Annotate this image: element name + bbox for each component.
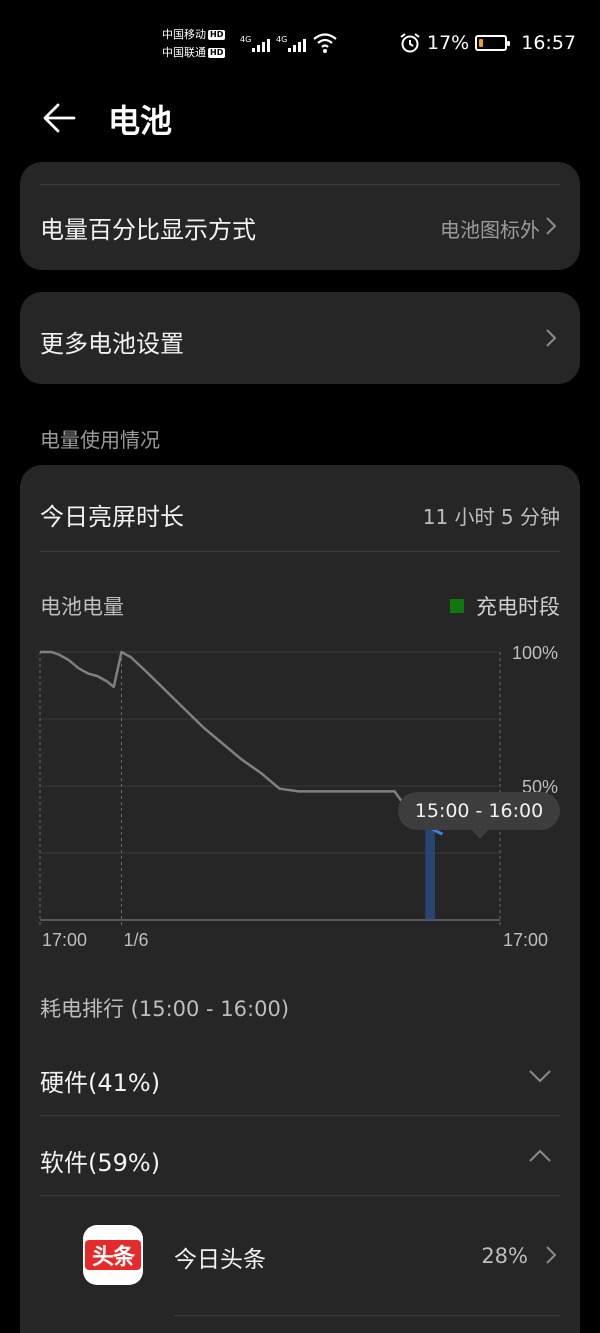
divider [40, 1195, 560, 1196]
signal-icon: 4G [240, 35, 270, 52]
ranking-title: 耗电排行 (15:00 - 16:00) [40, 997, 290, 1021]
header: 电池 [0, 90, 600, 150]
chevron-right-icon [546, 217, 557, 235]
status-bar: 中国移动 HD 中国联通 HD 4G 4G 17% 16:57 [0, 0, 600, 90]
more-battery-settings-label: 更多电池设置 [40, 330, 184, 358]
wifi-icon [313, 33, 337, 53]
chart-y-tick-label: 100% [512, 643, 558, 663]
back-arrow-icon[interactable] [40, 98, 80, 138]
more-battery-settings-card[interactable]: 更多电池设置 [20, 292, 580, 384]
chevron-right-icon [546, 329, 557, 347]
divider [40, 184, 560, 185]
software-row[interactable]: 软件(59%) [20, 1125, 580, 1195]
chart-legend: 充电时段 [450, 591, 560, 621]
net-type-label: 4G [276, 35, 287, 44]
hardware-label: 硬件(41%) [40, 1069, 161, 1097]
battery-level-line [40, 650, 415, 814]
signal-icon: 4G [276, 35, 306, 52]
app-percent: 28% [481, 1244, 528, 1268]
divider [40, 551, 560, 552]
alarm-icon [400, 33, 420, 53]
percent-display-card[interactable]: 电量百分比显示方式 电池图标外 [20, 162, 580, 270]
divider [174, 1315, 560, 1316]
carrier-1: 中国移动 [162, 28, 206, 41]
net-type-label: 4G [240, 35, 251, 44]
hd-badge: HD [208, 30, 226, 40]
chart-tooltip: 15:00 - 16:00 [398, 792, 560, 839]
hardware-row[interactable]: 硬件(41%) [20, 1045, 580, 1115]
chevron-right-icon [546, 1246, 557, 1264]
battery-icon [475, 35, 511, 51]
divider [40, 1115, 560, 1116]
app-row[interactable]: 头条 今日头条 28% [20, 1215, 580, 1305]
screen-time-value: 11 小时 5 分钟 [422, 505, 560, 529]
screen-time-label: 今日亮屏时长 [40, 503, 184, 531]
chart-x-tick-label: 1/6 [123, 930, 148, 950]
app-name: 今日头条 [174, 1247, 266, 1273]
clock: 16:57 [521, 32, 576, 54]
carrier-2: 中国联通 [162, 46, 206, 59]
charging-legend-label: 充电时段 [476, 595, 560, 619]
chart-title: 电池电量 [40, 595, 124, 619]
section-title-usage: 电量使用情况 [40, 428, 160, 452]
toutiao-app-icon: 头条 [83, 1225, 143, 1285]
chevron-up-icon [529, 1149, 551, 1162]
software-label: 软件(59%) [40, 1149, 161, 1177]
chevron-down-icon [529, 1070, 551, 1083]
chart-x-tick-label: 17:00 [42, 930, 87, 950]
hd-badge: HD [208, 48, 226, 58]
battery-percent: 17% [427, 32, 470, 54]
charging-legend-swatch [450, 599, 464, 613]
usage-card: 今日亮屏时长 11 小时 5 分钟 电池电量 充电时段 17:00 1/6 17:0… [20, 465, 580, 1333]
percent-display-label: 电量百分比显示方式 [40, 216, 256, 244]
chart-x-tick-label: 17:00 [503, 930, 548, 950]
page-title: 电池 [108, 102, 173, 140]
toutiao-logo-text: 头条 [85, 1240, 141, 1270]
percent-display-value: 电池图标外 [440, 218, 540, 242]
carrier-info: 中国移动 HD 中国联通 HD [162, 26, 226, 62]
